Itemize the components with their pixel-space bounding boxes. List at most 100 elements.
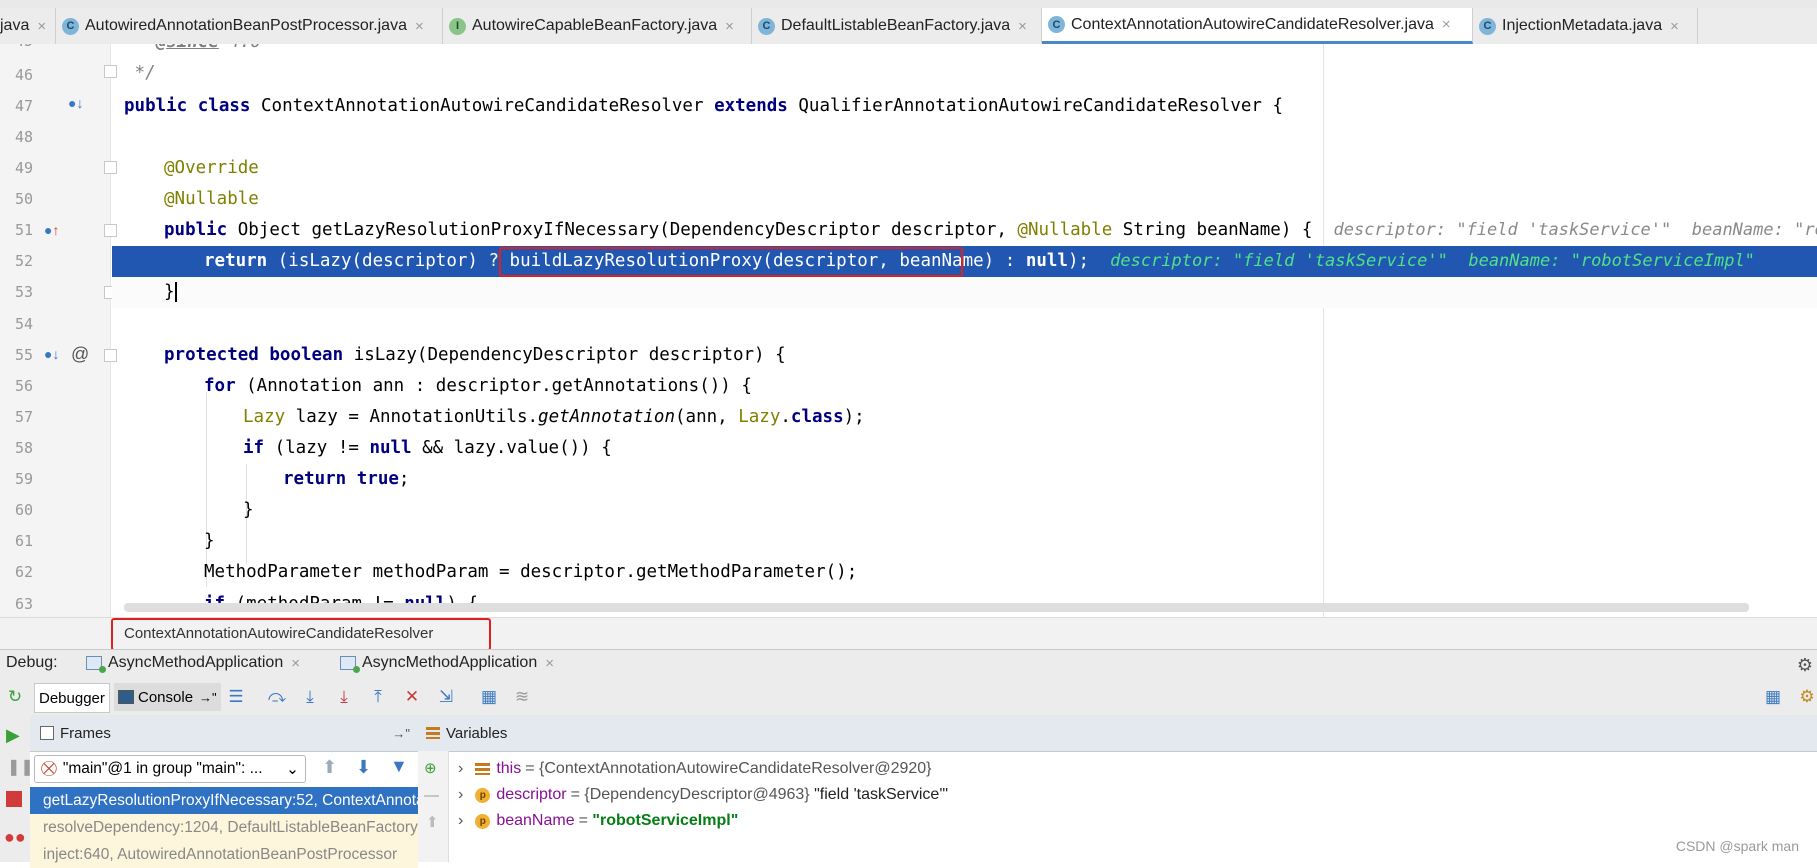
- fold-marker[interactable]: [104, 161, 117, 174]
- class-icon: C: [62, 17, 79, 35]
- tab-label: DefaultListableBeanFactory.java: [781, 17, 1011, 34]
- field-icon: [475, 763, 491, 775]
- tab-autowire-capable-bean-factory[interactable]: I AutowireCapableBeanFactory.java ×: [443, 8, 752, 44]
- keyword: protected: [164, 345, 259, 365]
- step-out-icon[interactable]: ⤒: [367, 686, 389, 708]
- variable-string: "field 'taskService'": [809, 786, 949, 803]
- variable-row[interactable]: › this = {ContextAnnotationAutowireCandi…: [458, 757, 932, 781]
- keyword: extends: [714, 96, 788, 116]
- close-icon[interactable]: ×: [1018, 18, 1027, 35]
- tab-console[interactable]: Console →": [114, 683, 221, 711]
- code-token: :: [994, 251, 1026, 271]
- step-into-icon[interactable]: ⤓: [299, 686, 321, 708]
- implements-icon[interactable]: ●↑: [44, 222, 59, 238]
- close-icon[interactable]: ×: [291, 655, 300, 672]
- add-watch-icon[interactable]: ⊕: [424, 759, 437, 777]
- debug-side-toolbar: ▶ ❚❚ ●●: [0, 715, 34, 862]
- code-token: }: [204, 531, 215, 551]
- stop-icon[interactable]: [6, 791, 22, 807]
- keyword: null: [369, 438, 412, 458]
- move-up-icon[interactable]: ⬆: [426, 813, 439, 831]
- chevron-right-icon[interactable]: ›: [458, 786, 463, 804]
- overridden-icon[interactable]: ●↓: [44, 346, 59, 362]
- annotation: Lazy: [243, 407, 286, 427]
- resume-icon[interactable]: ▶: [6, 725, 20, 746]
- close-icon[interactable]: ×: [415, 18, 424, 35]
- frame-item[interactable]: resolveDependency:1204, DefaultListableB…: [30, 814, 418, 841]
- step-over-icon[interactable]: ⤼: [266, 686, 288, 708]
- code-token: }: [164, 282, 175, 302]
- tab-debugger[interactable]: Debugger: [34, 683, 110, 713]
- rerun-icon[interactable]: ↻: [4, 686, 26, 708]
- restore-layout-icon[interactable]: ⚙: [1796, 686, 1817, 708]
- close-icon[interactable]: ×: [1670, 18, 1679, 35]
- code-line-62: MethodParameter methodParam = descriptor…: [204, 557, 857, 588]
- code-line-47: public class ContextAnnotationAutowireCa…: [124, 91, 1283, 122]
- line-number: 50: [14, 190, 33, 208]
- chevron-right-icon[interactable]: ›: [458, 812, 463, 830]
- arrow-down-icon[interactable]: ⬇: [356, 757, 371, 778]
- code-token: String beanName) {: [1112, 220, 1313, 240]
- code-token: isLazy(DependencyDescriptor descriptor) …: [353, 345, 786, 365]
- code-line-60: }: [243, 495, 254, 526]
- show-execution-point-icon[interactable]: ☰: [225, 686, 247, 708]
- keyword: class: [197, 96, 251, 116]
- close-icon[interactable]: ×: [725, 18, 734, 35]
- tab-injection-metadata[interactable]: C InjectionMetadata.java ×: [1473, 8, 1698, 44]
- debugger-toolbar: ↻ Debugger Console →" ☰ ⤼ ⤓ ⤓ ⤒ ✕ ⇲ ▦ ≋ ▦…: [0, 679, 1817, 716]
- view-breakpoints-icon[interactable]: ●●: [4, 827, 26, 848]
- filter-icon[interactable]: ▼: [390, 756, 408, 777]
- tab-java-partial[interactable]: java ×: [0, 8, 56, 44]
- close-icon[interactable]: ×: [1442, 16, 1451, 33]
- code-token: *: [124, 44, 156, 52]
- variable-equals: =: [578, 812, 593, 829]
- tab-autowired-annotation-bean-post-processor[interactable]: C AutowiredAnnotationBeanPostProcessor.j…: [56, 8, 443, 44]
- annotation: @Nullable: [1017, 220, 1113, 240]
- annotation-at-icon[interactable]: @: [71, 344, 89, 365]
- debug-session-tab[interactable]: AsyncMethodApplication ×: [340, 654, 554, 673]
- line-number: 55: [14, 346, 33, 364]
- fold-marker[interactable]: [104, 349, 117, 362]
- line-number: 61: [14, 532, 33, 550]
- editor-tab-bar: java × C AutowiredAnnotationBeanPostProc…: [0, 8, 1817, 45]
- tab-context-annotation-autowire-candidate-resolver[interactable]: C ContextAnnotationAutowireCandidateReso…: [1042, 8, 1473, 44]
- variables-title: Variables: [446, 724, 508, 742]
- fold-marker[interactable]: [104, 224, 117, 237]
- code-token: Object getLazyResolutionProxyIfNecessary…: [237, 220, 1018, 240]
- debug-session-tab[interactable]: AsyncMethodApplication ×: [86, 654, 300, 673]
- code-token: MethodParameter methodParam = descriptor…: [204, 562, 858, 582]
- arrow-up-icon[interactable]: ⬆: [322, 757, 337, 778]
- overrides-icon[interactable]: ●↓: [68, 95, 83, 111]
- tab-label: ContextAnnotationAutowireCandidateResolv…: [1071, 15, 1434, 33]
- run-to-cursor-icon[interactable]: ⇲: [435, 686, 457, 708]
- close-icon[interactable]: ×: [545, 655, 554, 672]
- line-number: 63: [14, 595, 33, 613]
- frames-icon: [40, 726, 54, 740]
- pin-icon[interactable]: →": [392, 726, 410, 741]
- force-step-into-icon[interactable]: ⤓: [333, 686, 355, 708]
- horizontal-scrollbar[interactable]: [124, 603, 1749, 612]
- tab-default-listable-bean-factory[interactable]: C DefaultListableBeanFactory.java ×: [752, 8, 1042, 44]
- fold-marker[interactable]: [104, 65, 117, 78]
- code-editor[interactable]: 45 46 47 48 49 50 51 52 53 54 55 56 57 5…: [0, 44, 1817, 617]
- evaluate-expression-icon[interactable]: ▦: [478, 686, 500, 708]
- thread-selector[interactable]: ⛒ "main"@1 in group "main": ... ⌄: [34, 755, 306, 783]
- line-number: 49: [14, 159, 33, 177]
- close-icon[interactable]: ×: [37, 18, 46, 35]
- highlight-box: [499, 247, 963, 277]
- pin-icon[interactable]: →": [199, 690, 217, 705]
- remove-watch-icon[interactable]: —: [424, 787, 439, 804]
- layout-icon[interactable]: ▦: [1762, 686, 1784, 708]
- frame-item[interactable]: inject:640, AutowiredAnnotationBeanPostP…: [30, 841, 418, 868]
- inline-debug-hint: descriptor: "field 'taskService'" beanNa…: [1110, 251, 1755, 271]
- variable-row[interactable]: › p descriptor = {DependencyDescriptor@4…: [458, 783, 948, 807]
- thread-icon: ⛒: [41, 760, 57, 777]
- chevron-right-icon[interactable]: ›: [458, 760, 463, 778]
- trace-icon[interactable]: ≋: [511, 686, 533, 708]
- frame-item[interactable]: getLazyResolutionProxyIfNecessary:52, Co…: [30, 787, 418, 814]
- variable-row[interactable]: › p beanName = "robotServiceImpl": [458, 809, 738, 833]
- code-line-49: @Override: [164, 153, 259, 184]
- gear-icon[interactable]: ⚙: [1797, 655, 1813, 676]
- drop-frame-icon[interactable]: ✕: [401, 686, 423, 708]
- code-line-57: Lazy lazy = AnnotationUtils.getAnnotatio…: [243, 402, 865, 433]
